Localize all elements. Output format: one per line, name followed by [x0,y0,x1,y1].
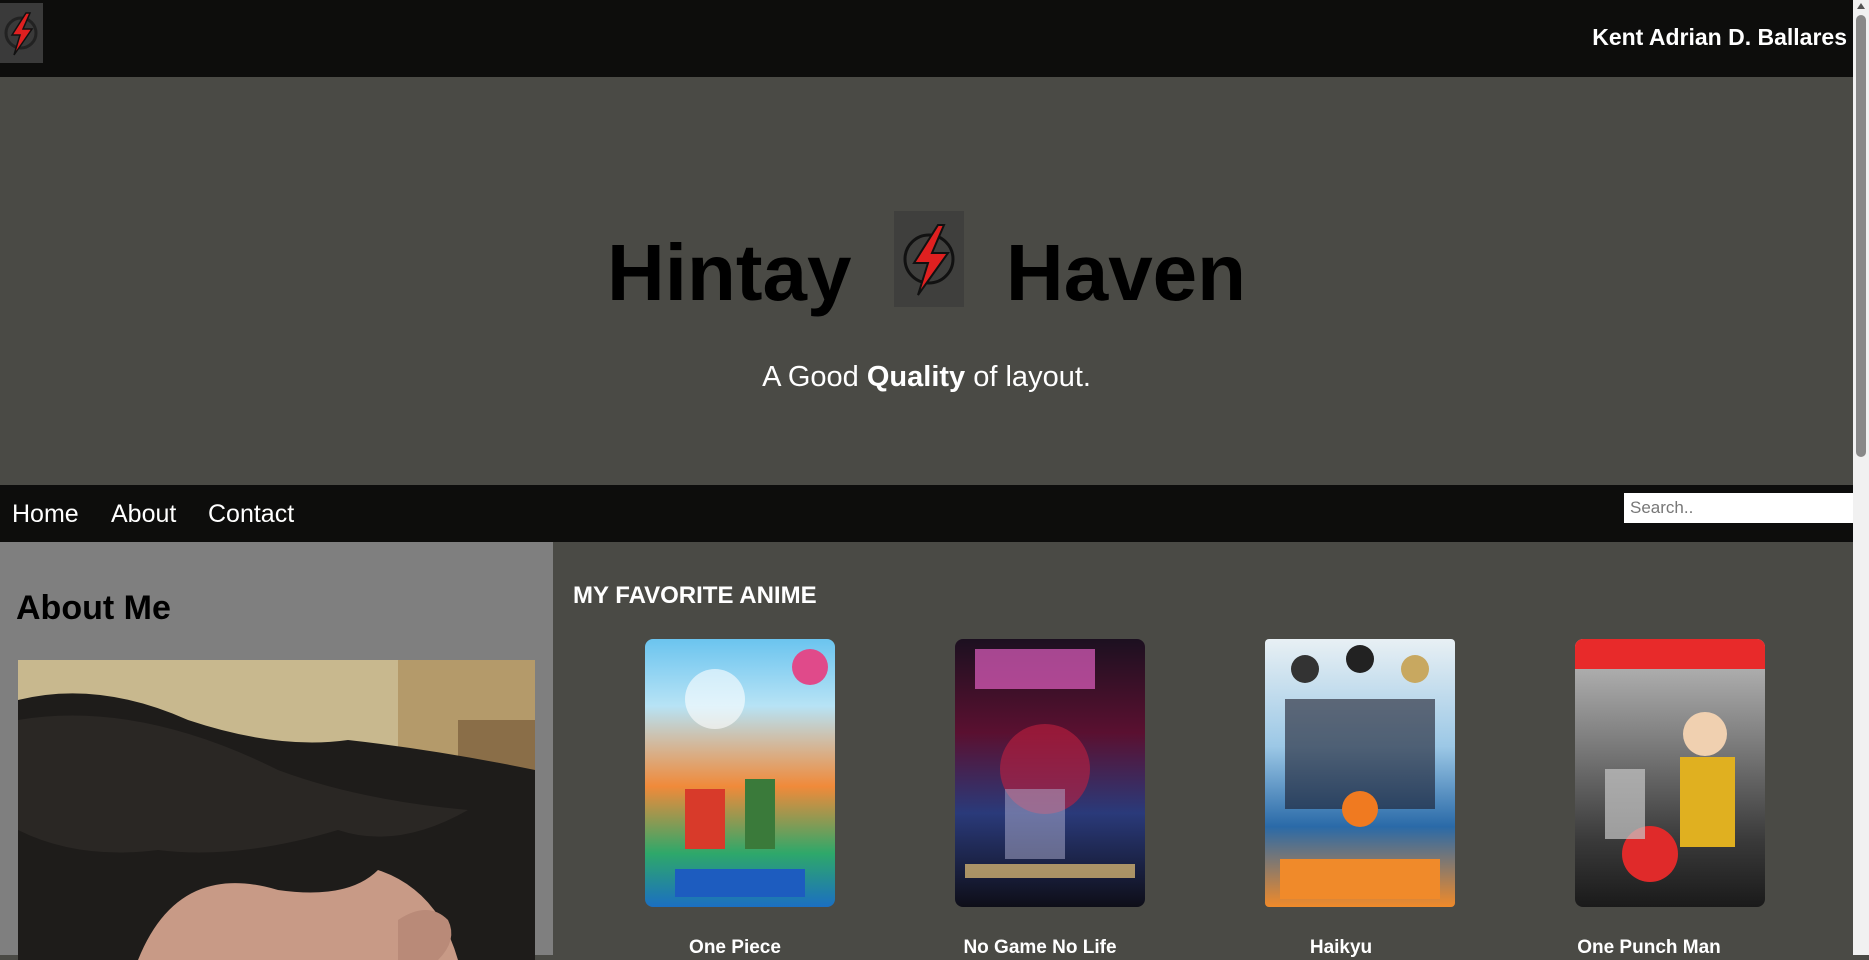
tagline: A Good Quality of layout. [0,361,1853,394]
anime-title: One Piece [689,937,781,958]
no-game-no-life-poster[interactable] [955,639,1145,907]
nav-bar: Home About Contact [0,485,1853,542]
top-bar: Kent Adrian D. Ballares [0,0,1853,77]
anime-title: Haikyu [1309,937,1373,958]
anime-title: No Game No Life [963,937,1117,958]
page-scrollbar[interactable] [1853,0,1869,955]
nav-contact-link[interactable]: Contact [208,500,294,529]
site-title: Hintay Haven [0,210,1853,317]
scroll-up-icon[interactable] [1857,3,1865,9]
nav-about-link[interactable]: About [111,500,176,529]
tagline-pre: A Good [762,361,859,393]
hero-banner: Hintay Haven A Good Quality of layout. [0,77,1853,485]
one-punch-man-poster[interactable] [1575,639,1765,907]
title-word-right: Haven [1005,227,1247,317]
profile-photo [18,660,535,960]
anime-title: One Punch Man [1577,937,1721,958]
lightning-logo-icon[interactable] [0,3,43,63]
lightning-logo-icon [893,210,964,307]
about-heading: About Me [16,589,171,627]
anime-section: MY FAVORITE ANIME One Piece No Game No L… [553,542,1853,958]
title-word-left: Hintay [606,227,852,317]
haikyu-poster[interactable] [1265,639,1455,907]
nav-home-link[interactable]: Home [12,500,79,529]
about-sidebar: About Me [0,542,553,960]
tagline-bold: Quality [866,361,966,393]
scrollbar-thumb[interactable] [1856,15,1866,457]
one-piece-poster[interactable] [645,639,835,907]
search-input[interactable] [1624,493,1853,523]
anime-heading: MY FAVORITE ANIME [573,582,817,609]
tagline-post: of layout. [973,361,1091,393]
author-name: Kent Adrian D. Ballares [1592,24,1847,50]
